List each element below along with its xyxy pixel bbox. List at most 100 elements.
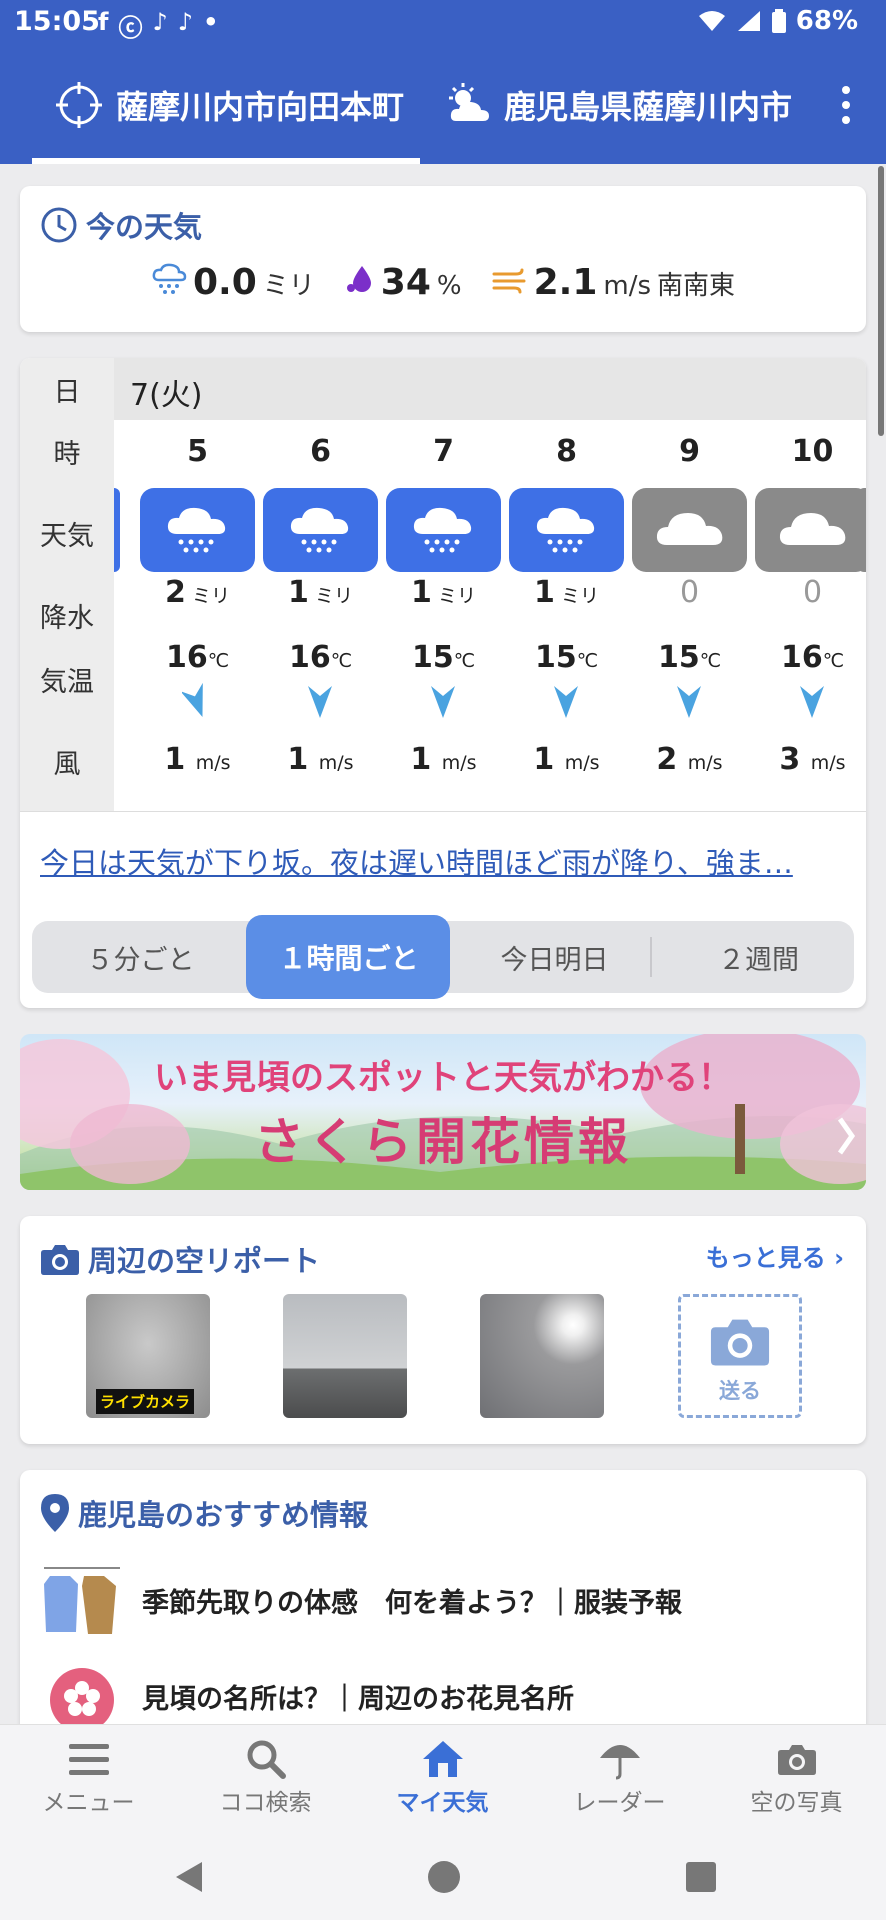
location-header: 薩摩川内市向田本町 鹿児島県薩摩川内市 [0,46,886,164]
tab-saved-location[interactable]: 鹿児島県薩摩川内市 [446,46,792,164]
hour-label: 7 [433,434,454,469]
nav-radar[interactable]: レーダー [531,1735,708,1817]
row-label-weather: 天気 [40,521,94,552]
row-label-temp: 気温 [40,667,94,698]
hour-precip: 1 ミリ [288,575,353,610]
more-menu-icon[interactable] [842,86,850,131]
row-label-precip: 降水 [40,603,94,634]
hour-wind: 1 m/s [533,742,600,777]
hour-temp: 16℃ [780,640,845,675]
rain-icon [140,488,255,572]
nav-menu[interactable]: メニュー [0,1735,177,1817]
hour-column: 8 1 ミリ 15℃ 1 m/s [505,420,628,811]
forecast-summary-link[interactable]: 今日は天気が下り坂。夜は遅い時間ほど雨が降り、強ま… [40,840,860,882]
hour-temp: 15℃ [411,640,476,675]
recommendation-item[interactable]: 見頃の名所は？｜周辺のお花見名所 [40,1658,574,1734]
umbrella-icon [599,1745,640,1780]
sky-report-title: 周辺の空リポート [40,1238,320,1280]
hour-precip: 1 ミリ [411,575,476,610]
status-bar: 15:05 f ⓒ ♪ ♪ • 68% [0,0,886,46]
humidity-unit: % [436,271,462,301]
hour-wind: 3 m/s [779,742,846,777]
hourly-forecast-card: 日 時 天気 降水 気温 風 7(火) 5 2 ミリ 16℃ 1 m/s 6 1 ミリ 16… [20,358,866,1008]
recents-icon[interactable] [686,1862,716,1892]
hour-precip: 2 ミリ [165,575,230,610]
camera-icon [41,1245,79,1275]
segment-5min[interactable]: ５分ごと [38,921,243,993]
scrollbar[interactable] [878,166,884,436]
humidity-drop-icon [346,266,371,292]
hour-temp: 15℃ [657,640,722,675]
facebook-icon: f [98,8,109,36]
hour-column: 5 2 ミリ 16℃ 1 m/s [136,420,259,811]
tab-label: 薩摩川内市向田本町 [116,88,405,126]
sun-cloud-icon [449,83,489,121]
hour-wind: 1 m/s [164,742,231,777]
map-pin-icon [41,1494,69,1532]
segment-2weeks[interactable]: ２週間 [656,921,861,993]
clock-icon [41,207,77,243]
status-time: 15:05 [14,6,100,37]
hour-temp: 15℃ [534,640,599,675]
nav-sky-photos[interactable]: 空の写真 [708,1735,885,1817]
back-icon[interactable] [174,1860,204,1894]
cloud-icon [632,488,747,572]
hour-label: 5 [187,434,208,469]
rain-cloud-icon [152,263,187,294]
current-wind: 2.1 m/s 南南東 [492,262,735,303]
previous-hour-tile-edge [114,488,120,572]
home-circle-icon[interactable] [427,1860,461,1894]
sky-photo-thumbnail[interactable] [480,1294,604,1418]
wind-direction-arrow-icon [677,686,701,718]
cloud-icon [755,488,866,572]
battery-percent: 68% [795,6,858,36]
rain-icon [263,488,378,572]
hour-column: 9 0 15℃ 2 m/s [628,420,751,811]
segment-1hour[interactable]: １時間ごと [246,921,451,993]
hour-label: 6 [310,434,331,469]
tiktok-icon: ♪ [152,8,168,36]
hour-label: 9 [679,434,700,469]
camera-icon [710,1319,770,1366]
hour-label: 8 [556,434,577,469]
current-weather-values: 0.0 ミリ 34 % 2.1 m/s 南南東 [20,262,866,303]
hour-temp: 16℃ [288,640,353,675]
hour-precip: 0 [802,575,823,610]
live-camera-badge: ライブカメラ [96,1389,195,1414]
nav-my-weather[interactable]: マイ天気 [354,1735,531,1817]
bottom-navigation: メニュー ココ検索 マイ天気 レーダー 空の写真 [0,1724,886,1834]
row-label-wind: 風 [53,749,81,780]
hour-wind: 1 m/s [287,742,354,777]
threads-icon: ⓒ [118,14,143,42]
battery-icon [771,9,786,33]
wind-icon [492,268,526,294]
recommendation-item[interactable]: 季節先取りの体感 何を着よう？｜服装予報 [40,1562,682,1638]
wind-direction-arrow-icon [308,686,332,718]
tab-label: 鹿児島県薩摩川内市 [504,88,793,126]
sky-photo-thumbnail[interactable] [283,1294,407,1418]
location-target-icon [56,82,102,128]
hour-wind: 2 m/s [656,742,723,777]
menu-icon [68,1744,109,1775]
wind-direction-arrow-icon [182,682,203,718]
row-label-hour: 時 [53,439,81,470]
interval-segmented-control: ５分ごと １時間ごと 今日明日 ２週間 [32,915,854,999]
hour-precip: 1 ミリ [534,575,599,610]
current-precip: 0.0 ミリ [151,262,315,303]
current-weather-card: 今の天気 0.0 ミリ 34 % 2.1 m/s 南南東 [20,186,866,332]
tab-current-location[interactable]: 薩摩川内市向田本町 [56,46,404,164]
status-indicators: 68% [698,6,858,36]
segment-separator [650,937,652,977]
home-icon [422,1741,463,1777]
sakura-banner[interactable]: いま見頃のスポットと天気がわかる！ さくら開花情報 [20,1034,866,1190]
wind-value: 2.1 [533,262,598,303]
nav-search[interactable]: ココ検索 [177,1735,354,1817]
send-photo-button[interactable]: 送る [678,1294,802,1418]
sky-photo-thumbnail[interactable]: ライブカメラ [86,1294,210,1418]
row-label-column: 日 時 天気 降水 気温 風 [20,358,114,811]
wind-direction-arrow-icon [431,686,455,718]
send-label: 送る [719,1379,761,1403]
more-photos-link[interactable]: もっと見る › [706,1238,844,1273]
active-tab-indicator [32,158,420,164]
segment-today-tomorrow[interactable]: 今日明日 [452,921,657,993]
